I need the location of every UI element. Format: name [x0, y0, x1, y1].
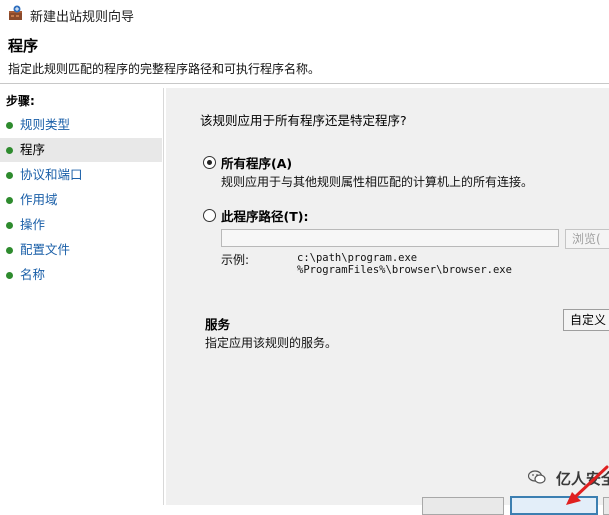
firewall-app-icon	[9, 5, 22, 20]
back-button[interactable]	[422, 497, 504, 515]
steps-sidebar: 步骤: 规则类型 程序 协议和端口 作用域 操作 配置文件 名称	[0, 88, 164, 505]
step-bullet-icon	[6, 222, 13, 229]
sidebar-item-label: 协议和端口	[20, 167, 83, 182]
window-title: 新建出站规则向导	[30, 10, 135, 25]
step-bullet-icon	[6, 122, 13, 129]
steps-label: 步骤:	[6, 94, 35, 108]
program-path-label[interactable]: 此程序路径(T):	[221, 206, 308, 225]
all-programs-radio[interactable]	[203, 156, 216, 169]
program-scope-question: 该规则应用于所有程序还是特定程序?	[200, 113, 407, 128]
sidebar-item-label: 规则类型	[20, 117, 71, 132]
page-title: 程序	[8, 37, 39, 55]
content-panel	[166, 88, 609, 505]
sidebar-item-action[interactable]: 操作	[0, 213, 162, 237]
sidebar-item-label: 配置文件	[20, 242, 71, 257]
step-bullet-icon	[6, 247, 13, 254]
step-bullet-icon	[6, 172, 13, 179]
all-programs-label[interactable]: 所有程序(A)	[221, 153, 292, 172]
all-programs-description: 规则应用于与其他规则属性相匹配的计算机上的所有连接。	[221, 175, 534, 189]
red-arrow-annotation	[566, 465, 609, 505]
sidebar-item-profile[interactable]: 配置文件	[0, 238, 162, 262]
page-description: 指定此规则匹配的程序的完整程序路径和可执行程序名称。	[8, 62, 321, 76]
services-description: 指定应用该规则的服务。	[205, 336, 338, 350]
header-divider	[0, 83, 609, 84]
customize-button[interactable]: 自定义	[563, 309, 609, 331]
step-bullet-icon	[6, 147, 13, 154]
sidebar-item-label: 操作	[20, 217, 46, 232]
sidebar-item-label: 程序	[20, 142, 46, 157]
sidebar-item-program[interactable]: 程序	[0, 138, 162, 162]
sidebar-item-label: 名称	[20, 267, 46, 282]
sidebar-item-rule-type[interactable]: 规则类型	[0, 113, 162, 137]
example-label: 示例:	[221, 253, 250, 267]
program-path-radio[interactable]	[203, 209, 216, 222]
sidebar-item-label: 作用域	[20, 192, 58, 207]
example-path-line: c:\path\program.exe	[297, 252, 418, 264]
step-bullet-icon	[6, 272, 13, 279]
step-bullet-icon	[6, 197, 13, 204]
sidebar-item-name[interactable]: 名称	[0, 263, 162, 287]
example-path-line: %ProgramFiles%\browser\browser.exe	[297, 264, 512, 276]
sidebar-item-protocol-and-ports[interactable]: 协议和端口	[0, 163, 162, 187]
sidebar-item-scope[interactable]: 作用域	[0, 188, 162, 212]
wechat-logo-icon	[528, 470, 546, 484]
program-path-input[interactable]	[221, 229, 559, 247]
services-title: 服务	[205, 317, 231, 332]
sidebar-divider	[163, 88, 164, 505]
browse-button[interactable]: 浏览(	[565, 229, 609, 249]
